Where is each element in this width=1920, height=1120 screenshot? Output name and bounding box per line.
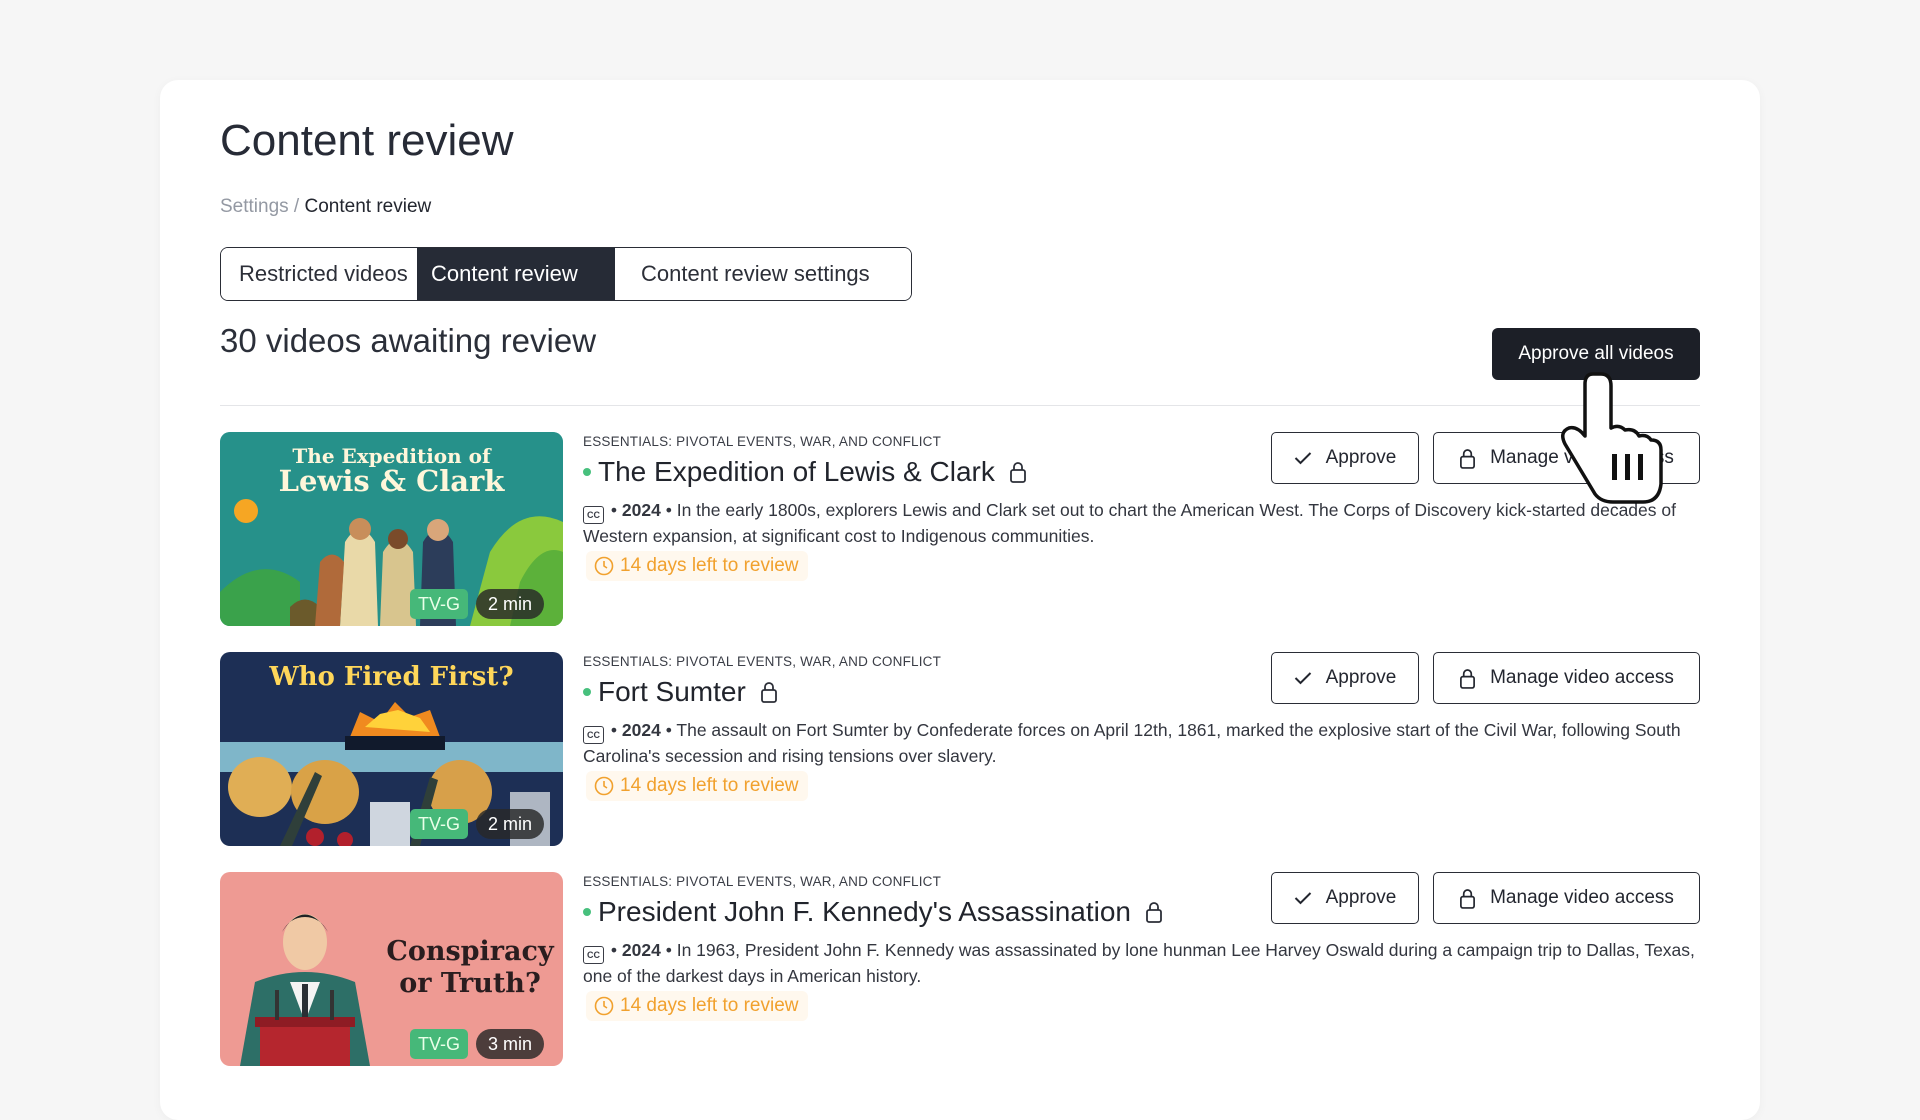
approve-label: Approve [1325, 667, 1397, 688]
video-meta: CC • 2024 • The assault on Fort Sumter b… [583, 718, 1703, 769]
video-thumbnail[interactable]: The Expedition of Lewis & Clark TV-G 2 m… [220, 432, 563, 626]
video-thumbnail[interactable]: Conspiracy or Truth? TV-G 3 min [220, 872, 563, 1066]
tab-content-review[interactable]: Content review [417, 248, 615, 300]
lock-icon [1460, 448, 1476, 469]
approve-button[interactable]: Approve [1271, 872, 1419, 924]
clock-icon [594, 996, 614, 1016]
video-title[interactable]: Fort Sumter [598, 676, 746, 708]
video-title-line: President John F. Kennedy's Assassinatio… [583, 896, 1163, 928]
video-thumbnail[interactable]: Who Fired First? TV-G 2 min [220, 652, 563, 846]
manage-label: Manage video access [1490, 887, 1674, 908]
lock-icon [1146, 902, 1162, 923]
duration-badge: 3 min [476, 1029, 545, 1059]
meta-bullet: • [610, 720, 618, 740]
check-icon [1294, 892, 1311, 905]
breadcrumb-separator: / [288, 196, 305, 217]
manage-video-access-button[interactable]: Manage video access [1433, 872, 1700, 924]
breadcrumb-current: Content review [304, 196, 432, 217]
meta-bullet: • [610, 940, 618, 960]
status-dot [583, 908, 591, 916]
video-row: Conspiracy or Truth? TV-G 3 min ESSENTIA… [220, 872, 1700, 1066]
video-category: ESSENTIALS: PIVOTAL EVENTS, WAR, AND CON… [583, 434, 942, 449]
video-title-line: Fort Sumter [583, 676, 778, 708]
lock-icon [760, 682, 777, 703]
video-row: Who Fired First? TV-G 2 min ESSENTIALS: … [220, 652, 1700, 846]
check-icon [1294, 452, 1311, 465]
duration-badge: 2 min [476, 589, 545, 619]
video-category: ESSENTIALS: PIVOTAL EVENTS, WAR, AND CON… [583, 654, 942, 669]
video-description: In 1963, President John F. Kennedy was a… [583, 940, 1695, 986]
thumbnail-title-line2: or Truth? [399, 968, 541, 999]
video-year: 2024 [621, 500, 661, 520]
video-category: ESSENTIALS: PIVOTAL EVENTS, WAR, AND CON… [583, 874, 942, 889]
approve-button[interactable]: Approve [1271, 432, 1419, 484]
closed-captions-icon: CC [583, 726, 604, 744]
thumbnail-title-line2: Lewis & Clark [278, 464, 505, 498]
page-title: Content review [220, 116, 514, 165]
meta-bullet: • [665, 940, 672, 960]
review-deadline-text: 14 days left to review [620, 555, 799, 576]
tab-content-review-settings[interactable]: Content review settings [615, 248, 911, 300]
video-description: The assault on Fort Sumter by Confederat… [583, 720, 1681, 766]
video-title[interactable]: The Expedition of Lewis & Clark [598, 456, 995, 488]
review-deadline: 14 days left to review [586, 551, 809, 581]
review-deadline-text: 14 days left to review [620, 995, 799, 1016]
lock-icon [1460, 668, 1476, 689]
rating-badge: TV-G [410, 1029, 469, 1059]
duration-badge: 2 min [476, 809, 545, 839]
video-meta: CC • 2024 • In the early 1800s, explorer… [583, 498, 1703, 549]
rating-badge: TV-G [410, 809, 469, 839]
tab-restricted-videos[interactable]: Restricted videos [221, 248, 417, 300]
review-deadline: 14 days left to review [586, 991, 809, 1021]
check-icon [1294, 672, 1311, 685]
closed-captions-icon: CC [583, 946, 604, 964]
clock-icon [594, 776, 614, 796]
thumbnail-title-line1: Conspiracy [386, 936, 554, 967]
review-deadline: 14 days left to review [586, 771, 809, 801]
review-deadline-text: 14 days left to review [620, 775, 799, 796]
status-dot [583, 468, 591, 476]
clock-icon [594, 556, 614, 576]
video-description: In the early 1800s, explorers Lewis and … [583, 500, 1676, 546]
meta-bullet: • [665, 500, 672, 520]
approve-button[interactable]: Approve [1271, 652, 1419, 704]
thumbnail-title-line1: Who Fired First? [269, 662, 514, 692]
closed-captions-icon: CC [583, 506, 604, 524]
video-meta: CC • 2024 • In 1963, President John F. K… [583, 938, 1703, 989]
rating-badge: TV-G [410, 589, 469, 619]
breadcrumb-settings-link[interactable]: Settings [220, 196, 289, 217]
approve-label: Approve [1325, 887, 1397, 908]
video-row: The Expedition of Lewis & Clark TV-G 2 m… [220, 432, 1700, 626]
manage-label: Manage video access [1490, 667, 1674, 688]
manage-video-access-button[interactable]: Manage video access [1433, 652, 1700, 704]
video-year: 2024 [621, 720, 661, 740]
video-year: 2024 [621, 940, 661, 960]
awaiting-review-heading: 30 videos awaiting review [220, 322, 597, 359]
breadcrumb: Settings / Content review [220, 196, 431, 218]
approve-label: Approve [1325, 447, 1397, 468]
status-dot [583, 688, 591, 696]
meta-bullet: • [610, 500, 618, 520]
video-title[interactable]: President John F. Kennedy's Assassinatio… [598, 896, 1131, 928]
video-title-line: The Expedition of Lewis & Clark [583, 456, 1027, 488]
divider [220, 405, 1700, 406]
lock-icon [1009, 462, 1026, 483]
tab-group: Restricted videos Content review Content… [220, 247, 912, 301]
meta-bullet: • [665, 720, 672, 740]
hand-pointer-cursor-icon [1561, 372, 1663, 504]
lock-icon [1460, 888, 1476, 909]
